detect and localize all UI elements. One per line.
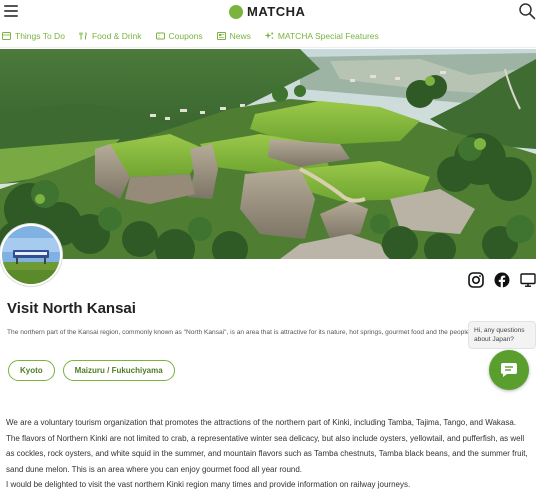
nav-label: MATCHA Special Features [277, 30, 379, 41]
menu-icon[interactable] [4, 5, 18, 17]
about-paragraph: The flavors of Northern Kinki are not li… [6, 433, 528, 474]
chat-prompt-bubble[interactable]: Hi, any questions about Japan? [468, 321, 536, 349]
hero-image [0, 49, 536, 259]
top-bar: MATCHA [0, 0, 536, 24]
tag-kyoto[interactable]: Kyoto [8, 360, 55, 381]
main-nav: Things To Do Food & Drink Coupons News M… [0, 24, 536, 48]
chat-icon [501, 363, 517, 377]
social-links [468, 272, 536, 288]
nav-special-features[interactable]: MATCHA Special Features [264, 30, 379, 41]
page-title: Visit North Kansai [7, 300, 136, 317]
sparkles-icon [264, 31, 274, 39]
matcha-logo[interactable]: MATCHA [229, 4, 305, 19]
logo-text: MATCHA [247, 4, 306, 19]
coupon-icon [155, 32, 165, 39]
utensils-icon [79, 31, 87, 39]
chat-button[interactable] [489, 350, 529, 390]
about-paragraph: We are a voluntary tourism organization … [6, 418, 517, 427]
nav-label: Food & Drink [91, 30, 142, 41]
profile-avatar [0, 224, 62, 286]
about-text: We are a voluntary tourism organization … [6, 415, 532, 493]
page-description: The northern part of the Kansai region, … [7, 329, 472, 336]
nav-label: Coupons [168, 30, 203, 41]
monitor-icon[interactable] [520, 272, 536, 288]
nav-label: News [229, 30, 251, 41]
logo-dot-icon [229, 4, 243, 19]
nav-coupons[interactable]: Coupons [155, 30, 203, 41]
nav-things-to-do[interactable]: Things To Do [2, 31, 65, 41]
tag-maizuru-fukuchiyama[interactable]: Maizuru / Fukuchiyama [62, 360, 175, 381]
instagram-icon[interactable] [468, 272, 484, 288]
newspaper-icon [216, 31, 226, 40]
tag-list: Kyoto Maizuru / Fukuchiyama [8, 360, 175, 381]
facebook-icon[interactable] [494, 272, 510, 288]
nav-label: Things To Do [15, 30, 65, 41]
about-paragraph: I would be delighted to visit the vast n… [6, 480, 411, 490]
nav-news[interactable]: News [216, 30, 251, 41]
search-icon[interactable] [518, 2, 536, 20]
nav-food-drink[interactable]: Food & Drink [79, 31, 142, 41]
ticket-icon [2, 31, 11, 40]
